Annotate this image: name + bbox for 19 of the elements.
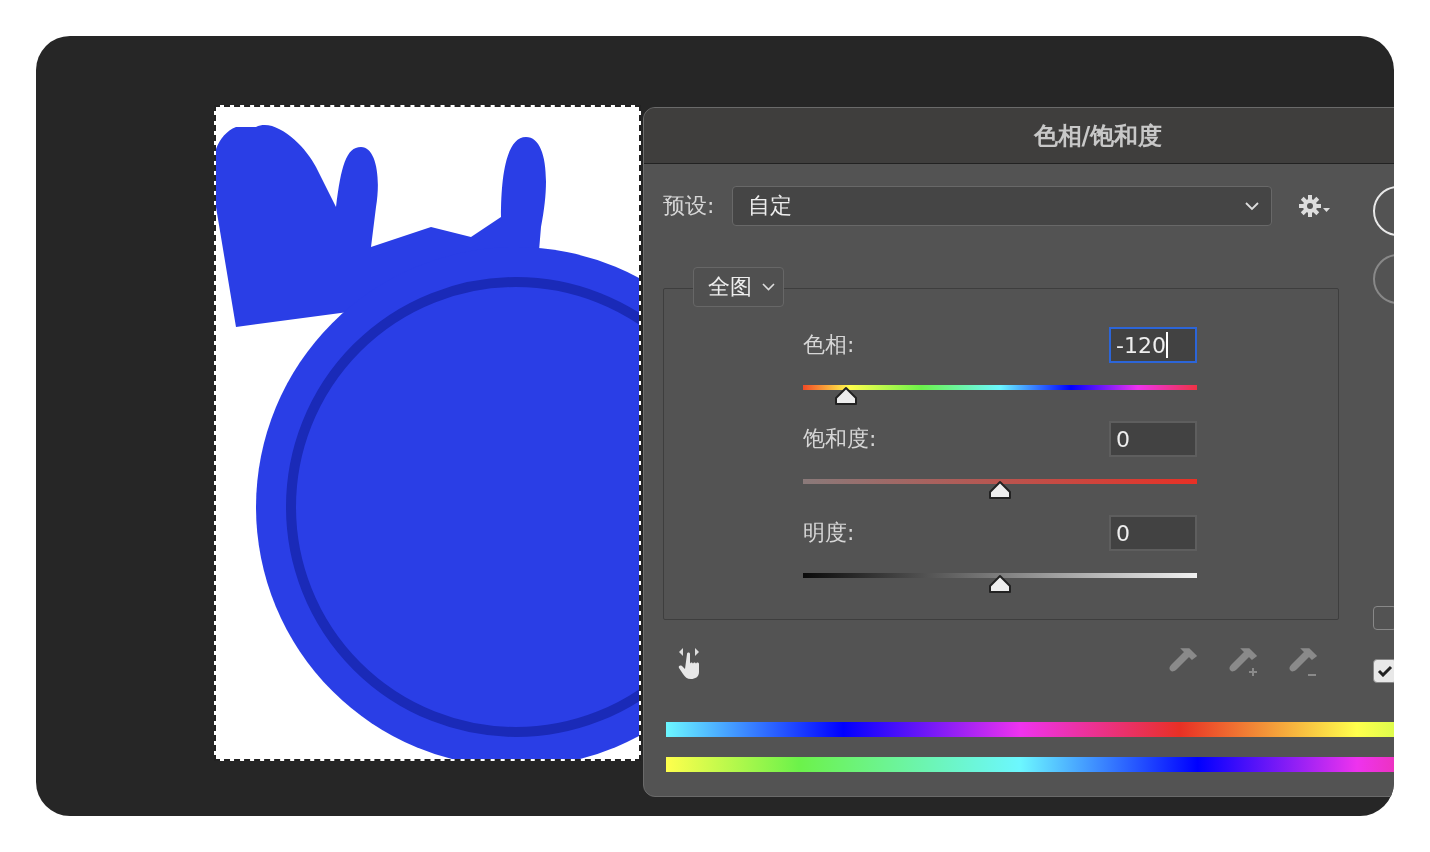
slider-thumb[interactable] <box>988 574 1012 594</box>
value-field[interactable]: 0 <box>1109 421 1197 457</box>
value-field[interactable]: -120 <box>1109 327 1197 363</box>
slider-label: 明度: <box>803 519 855 547</box>
slider-thumb[interactable] <box>834 386 859 406</box>
checkbox[interactable] <box>1373 606 1394 630</box>
checkbox[interactable] <box>1373 659 1394 683</box>
slider-thumb[interactable] <box>988 480 1012 500</box>
chevron-icon <box>1245 201 1260 211</box>
window-title: 色相/饱和度 <box>1033 120 1163 152</box>
preset-label: 预设: <box>663 192 715 220</box>
settings-icon[interactable] <box>1298 194 1333 218</box>
preset-dropdown[interactable]: 自定 <box>732 186 1273 226</box>
chevron-icon <box>762 283 775 291</box>
check-icon <box>1377 665 1393 677</box>
slider-label: 色相: <box>803 331 855 359</box>
value-field[interactable]: 0 <box>1109 515 1197 551</box>
channel-dropdown[interactable]: 全图 <box>693 267 784 307</box>
slider-label: 饱和度: <box>803 425 877 453</box>
